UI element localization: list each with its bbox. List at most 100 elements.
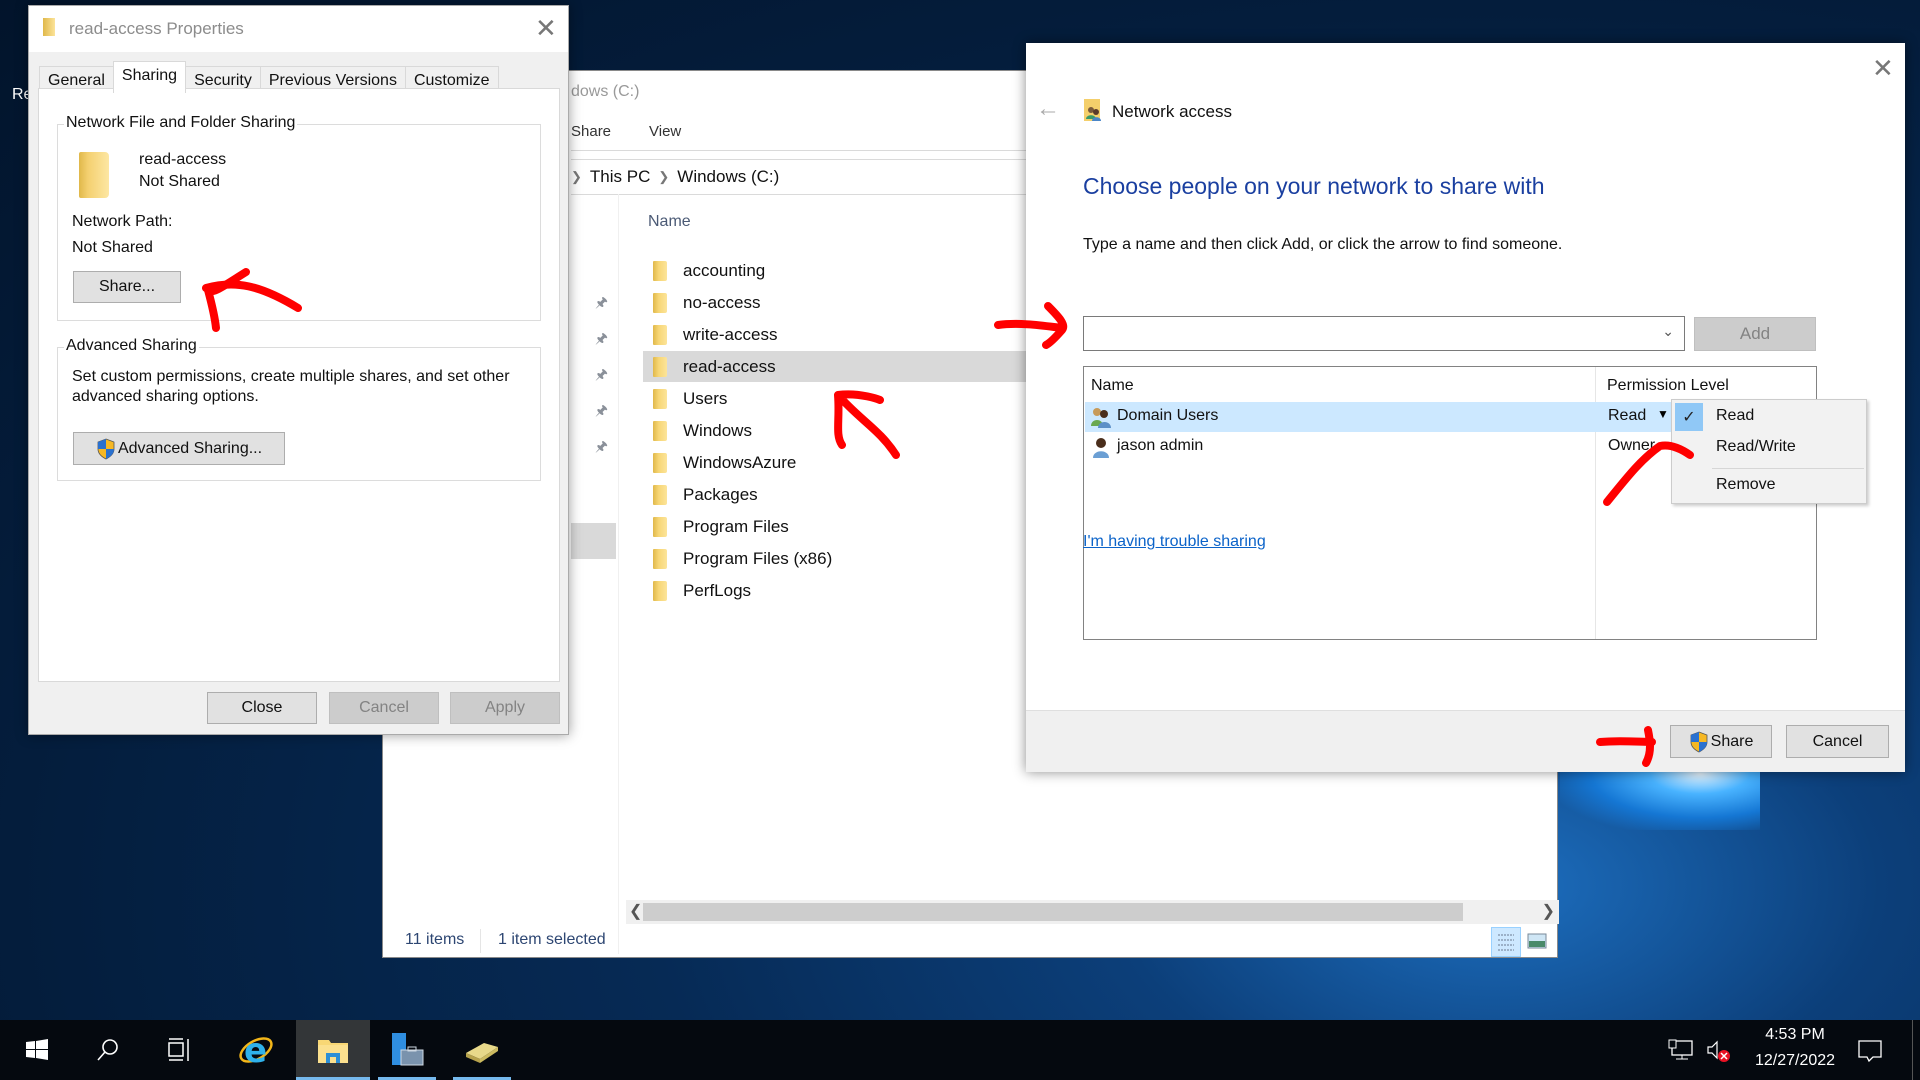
file-name: Program Files (x86) <box>683 548 833 568</box>
permission-level[interactable]: Read <box>1608 407 1646 425</box>
server-manager-button[interactable] <box>370 1020 444 1080</box>
file-row-read-access[interactable]: read-access <box>643 351 1026 382</box>
close-button[interactable]: Close <box>207 692 317 724</box>
file-name: WindowsAzure <box>683 452 797 472</box>
file-row-no-access[interactable]: no-access <box>643 287 1026 318</box>
archive-app-button[interactable] <box>445 1020 519 1080</box>
close-icon[interactable]: ✕ <box>1872 55 1894 81</box>
folder-icon <box>653 516 667 537</box>
pin-icon[interactable]: 🖈 <box>595 400 608 424</box>
pin-icon[interactable]: 🖈 <box>595 328 608 352</box>
cancel-button[interactable]: Cancel <box>1786 725 1889 758</box>
file-row-windowsazure[interactable]: WindowsAzure <box>643 447 1026 478</box>
user-name-input[interactable] <box>1084 317 1644 349</box>
cancel-button[interactable]: Cancel <box>329 692 439 724</box>
ribbon-tab-share[interactable]: Share <box>571 123 611 140</box>
navigation-pane: 🖈 🖈 🖈 🖈 🖈 <box>571 194 619 954</box>
menu-item-read[interactable]: Read <box>1716 407 1754 425</box>
folder-icon <box>43 18 55 36</box>
status-divider <box>480 929 481 953</box>
advanced-sharing-description-2: advanced sharing options. <box>72 388 259 405</box>
advanced-sharing-button[interactable]: Advanced Sharing... <box>73 432 285 465</box>
file-row-users[interactable]: Users <box>643 383 1026 414</box>
network-path-value: Not Shared <box>72 239 153 256</box>
column-header-permission[interactable]: Permission Level <box>1607 377 1729 395</box>
internet-explorer-button[interactable]: e <box>219 1020 293 1080</box>
file-row-accounting[interactable]: accounting <box>643 255 1026 286</box>
file-name: Program Files <box>683 516 789 536</box>
dialog-instruction: Type a name and then click Add, or click… <box>1083 236 1563 253</box>
network-sharing-group: Network File and Folder Sharing read-acc… <box>57 114 541 321</box>
share-button[interactable]: Share <box>1670 725 1772 758</box>
folder-icon <box>653 548 667 569</box>
user-name-combobox[interactable]: ⌄ <box>1083 316 1685 351</box>
folder-icon <box>653 388 667 409</box>
status-selection: 1 item selected <box>498 931 606 948</box>
pin-icon[interactable]: 🖈 <box>595 436 608 460</box>
breadcrumb-this-pc[interactable]: This PC <box>590 167 650 187</box>
file-row-packages[interactable]: Packages <box>643 479 1026 510</box>
user-name: jason admin <box>1117 437 1204 454</box>
chevron-right-icon: ❯ <box>658 169 670 184</box>
folder-icon <box>653 356 667 377</box>
large-icons-view-button[interactable] <box>1523 927 1553 957</box>
add-button[interactable]: Add <box>1694 317 1816 351</box>
action-center-icon[interactable] <box>1856 1038 1884 1064</box>
pin-icon[interactable]: 🖈 <box>595 364 608 388</box>
file-row-program-files-x86[interactable]: Program Files (x86) <box>643 543 1026 574</box>
folder-icon <box>653 420 667 441</box>
ribbon-tab-view[interactable]: View <box>649 123 681 140</box>
back-arrow-icon[interactable]: ← <box>1036 95 1060 123</box>
dialog-heading: Choose people on your network to share w… <box>1083 173 1545 199</box>
network-tray-icon[interactable] <box>1668 1039 1694 1061</box>
scrollbar-thumb[interactable] <box>643 903 1463 921</box>
scroll-right-icon[interactable]: ❯ <box>1542 901 1555 921</box>
search-button[interactable] <box>71 1020 145 1080</box>
close-icon[interactable]: ✕ <box>535 15 557 41</box>
file-row-program-files[interactable]: Program Files <box>643 511 1026 542</box>
menu-item-remove[interactable]: Remove <box>1716 476 1776 494</box>
checkmark-icon: ✓ <box>1675 403 1703 431</box>
dialog-title: Network access <box>1112 102 1232 121</box>
volume-muted-icon[interactable] <box>1706 1039 1732 1063</box>
folder-share-status: Not Shared <box>139 173 220 190</box>
folder-icon <box>653 580 667 601</box>
nav-selected-item[interactable] <box>571 523 616 559</box>
clock-time[interactable]: 4:53 PM <box>1740 1026 1850 1044</box>
apply-button[interactable]: Apply <box>450 692 560 724</box>
show-desktop-button[interactable] <box>1912 1020 1913 1080</box>
pin-icon[interactable]: 🖈 <box>595 292 608 316</box>
start-button[interactable] <box>0 1020 74 1080</box>
share-button[interactable]: Share... <box>73 271 181 303</box>
menu-item-read-write[interactable]: Read/Write <box>1716 438 1796 456</box>
sharing-tab-panel: Network File and Folder Sharing read-acc… <box>38 88 560 682</box>
trouble-sharing-link[interactable]: I'm having trouble sharing <box>1083 533 1266 551</box>
file-row-perflogs[interactable]: PerfLogs <box>643 575 1026 606</box>
properties-title: read-access Properties <box>69 19 244 38</box>
dropdown-arrow-icon[interactable]: ▼ <box>1657 407 1669 421</box>
network-path-label: Network Path: <box>72 213 173 230</box>
network-share-icon <box>1084 99 1101 121</box>
horizontal-scrollbar[interactable]: ❮ ❯ <box>626 900 1559 924</box>
file-name: accounting <box>683 260 766 280</box>
file-row-write-access[interactable]: write-access <box>643 319 1026 350</box>
file-explorer-button[interactable] <box>296 1020 370 1080</box>
address-bar[interactable]: ❯ This PC ❯ Windows (C:) <box>571 161 779 193</box>
column-header-name[interactable]: Name <box>1091 377 1134 395</box>
scroll-left-icon[interactable]: ❮ <box>629 901 642 921</box>
folder-icon <box>653 324 667 345</box>
uac-shield-icon <box>1690 731 1708 752</box>
permission-level: Owner <box>1608 437 1656 454</box>
column-header-name[interactable]: Name <box>648 213 691 231</box>
clock-date[interactable]: 12/27/2022 <box>1740 1052 1850 1070</box>
details-view-button[interactable] <box>1491 927 1521 957</box>
chevron-down-icon[interactable]: ⌄ <box>1662 323 1674 340</box>
tab-sharing[interactable]: Sharing <box>112 61 187 93</box>
file-name: Packages <box>683 484 758 504</box>
windows-logo-icon <box>26 1039 48 1060</box>
task-view-button[interactable] <box>142 1020 216 1080</box>
file-row-windows[interactable]: Windows <box>643 415 1026 446</box>
large-icons-view-icon <box>1527 933 1547 949</box>
breadcrumb-windows-c[interactable]: Windows (C:) <box>677 167 779 187</box>
archive-app-icon <box>466 1043 498 1063</box>
